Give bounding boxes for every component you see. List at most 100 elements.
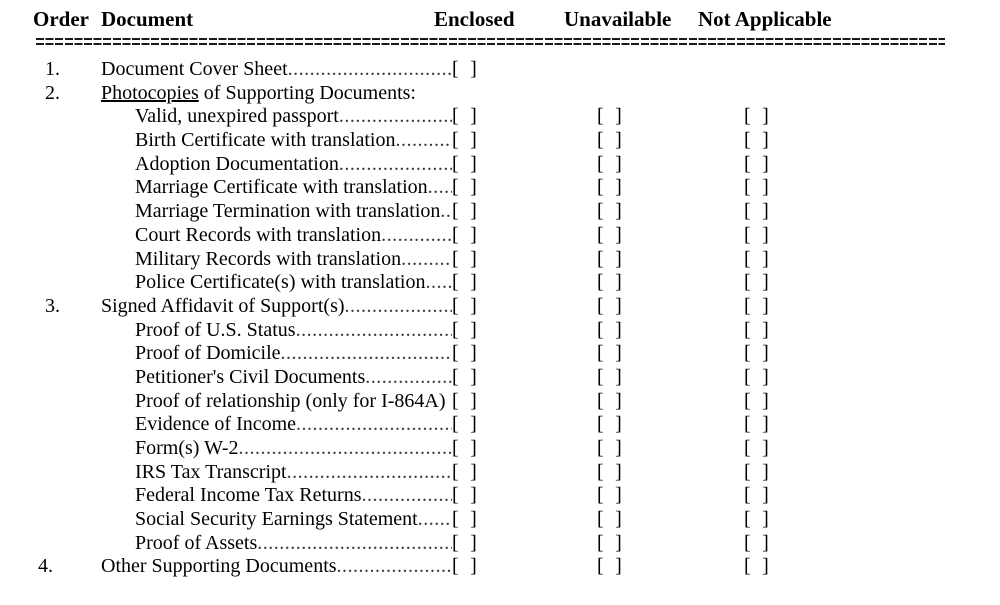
checkbox-not-applicable[interactable]: [ ] [744,484,769,508]
dot-leader [381,224,452,248]
checkbox-not-applicable[interactable]: [ ] [744,153,769,177]
row-label-area: Evidence of Income [135,413,452,437]
header-separator-rule [36,38,945,47]
checkbox-not-applicable[interactable]: [ ] [744,319,769,343]
checkbox-unavailable[interactable]: [ ] [597,176,622,200]
checkbox-unavailable[interactable]: [ ] [597,555,622,579]
checkbox-enclosed[interactable]: [ ] [452,129,477,153]
checkbox-enclosed[interactable]: [ ] [452,342,477,366]
row-label: Marriage Termination with translation [135,200,441,223]
dot-leader [418,508,452,532]
checkbox-unavailable[interactable]: [ ] [597,105,622,129]
row-label-area: Court Records with translation [135,224,452,248]
checkbox-enclosed[interactable]: [ ] [452,295,477,319]
checkbox-not-applicable[interactable]: [ ] [744,295,769,319]
checkbox-unavailable[interactable]: [ ] [597,461,622,485]
checkbox-not-applicable[interactable]: [ ] [744,555,769,579]
checkbox-enclosed[interactable]: [ ] [452,153,477,177]
checkbox-enclosed[interactable]: [ ] [452,413,477,437]
row-label: Photocopies of Supporting Documents: [101,82,416,106]
checkbox-enclosed[interactable]: [ ] [452,58,477,82]
checkbox-enclosed[interactable]: [ ] [452,390,477,414]
checkbox-not-applicable[interactable]: [ ] [744,461,769,485]
row-label-area: Valid, unexpired passport [135,105,452,129]
checkbox-not-applicable[interactable]: [ ] [744,224,769,248]
checkbox-enclosed[interactable]: [ ] [452,555,477,579]
checkbox-unavailable[interactable]: [ ] [597,248,622,272]
checkbox-unavailable[interactable]: [ ] [597,508,622,532]
checkbox-unavailable[interactable]: [ ] [597,532,622,556]
checkbox-not-applicable[interactable]: [ ] [744,105,769,129]
row-label-area: Proof of U.S. Status [135,319,452,343]
checkbox-unavailable[interactable]: [ ] [597,271,622,295]
row-label-area: Social Security Earnings Statement [135,508,452,532]
row-label: Evidence of Income [135,413,297,436]
checkbox-unavailable[interactable]: [ ] [597,366,622,390]
checklist-row: Police Certificate(s) with translation [ … [0,271,1000,295]
checkbox-not-applicable[interactable]: [ ] [744,366,769,390]
checkbox-unavailable[interactable]: [ ] [597,153,622,177]
checkbox-not-applicable[interactable]: [ ] [744,129,769,153]
row-label: Court Records with translation [135,223,382,246]
row-label: Document Cover Sheet [101,58,288,80]
column-header-unavailable: Unavailable [564,7,672,31]
checkbox-unavailable[interactable]: [ ] [597,484,622,508]
document-page: Order Document Enclosed Unavailable Not … [0,0,1000,605]
checkbox-enclosed[interactable]: [ ] [452,176,477,200]
checkbox-unavailable[interactable]: [ ] [597,342,622,366]
checkbox-not-applicable[interactable]: [ ] [744,200,769,224]
checkbox-unavailable[interactable]: [ ] [597,319,622,343]
row-label: Form(s) W-2 [135,437,239,459]
checkbox-enclosed[interactable]: [ ] [452,319,477,343]
checklist-row: Evidence of Income [ ] [ ] [ ] [0,413,1000,437]
checkbox-enclosed[interactable]: [ ] [452,461,477,485]
row-label: Petitioner's Civil Documents [135,365,366,388]
checklist-row: Form(s) W-2 [ ] [ ] [ ] [0,437,1000,461]
checkbox-not-applicable[interactable]: [ ] [744,413,769,437]
checkbox-not-applicable[interactable]: [ ] [744,342,769,366]
checkbox-not-applicable[interactable]: [ ] [744,437,769,461]
row-label: Proof of Domicile [135,342,281,365]
separator-line-top [36,38,945,40]
checkbox-not-applicable[interactable]: [ ] [744,532,769,556]
checkbox-not-applicable[interactable]: [ ] [744,508,769,532]
row-label-area: Marriage Termination with translation [135,200,452,224]
checkbox-not-applicable[interactable]: [ ] [744,271,769,295]
row-label-area: Proof of Assets [135,532,452,556]
checkbox-enclosed[interactable]: [ ] [452,366,477,390]
checkbox-unavailable[interactable]: [ ] [597,413,622,437]
checkbox-enclosed[interactable]: [ ] [452,437,477,461]
checkbox-enclosed[interactable]: [ ] [452,224,477,248]
checkbox-unavailable[interactable]: [ ] [597,437,622,461]
checkbox-unavailable[interactable]: [ ] [597,295,622,319]
checkbox-enclosed[interactable]: [ ] [452,200,477,224]
dot-leader [257,532,452,556]
row-label: Signed Affidavit of Support(s) [101,294,345,317]
checkbox-not-applicable[interactable]: [ ] [744,248,769,272]
checkbox-unavailable[interactable]: [ ] [597,224,622,248]
checkbox-enclosed[interactable]: [ ] [452,271,477,295]
row-label-area: Military Records with translation [135,248,452,272]
checkbox-not-applicable[interactable]: [ ] [744,176,769,200]
dot-leader [339,105,452,129]
checklist-row: 3. Signed Affidavit of Support(s) [ ] [ ] [ … [0,295,1000,319]
dot-leader [288,58,452,82]
checkbox-enclosed[interactable]: [ ] [452,532,477,556]
dot-leader [345,295,452,319]
checkbox-enclosed[interactable]: [ ] [452,248,477,272]
checkbox-enclosed[interactable]: [ ] [452,484,477,508]
checkbox-enclosed[interactable]: [ ] [452,508,477,532]
row-label-area: Other Supporting Documents [101,555,452,579]
column-header-document: Document [101,7,194,31]
checkbox-enclosed[interactable]: [ ] [452,105,477,129]
row-label-area: Photocopies of Supporting Documents: [101,82,452,106]
row-label-area: IRS Tax Transcript [135,461,452,485]
checkbox-unavailable[interactable]: [ ] [597,200,622,224]
row-label: Other Supporting Documents [101,555,337,578]
row-label: Birth Certificate with translation [135,129,396,152]
checkbox-unavailable[interactable]: [ ] [597,390,622,414]
column-header-order: Order [33,7,89,31]
checklist-row: 4. Other Supporting Documents [ ] [ ] [ ] [0,555,1000,579]
checkbox-not-applicable[interactable]: [ ] [744,390,769,414]
checkbox-unavailable[interactable]: [ ] [597,129,622,153]
